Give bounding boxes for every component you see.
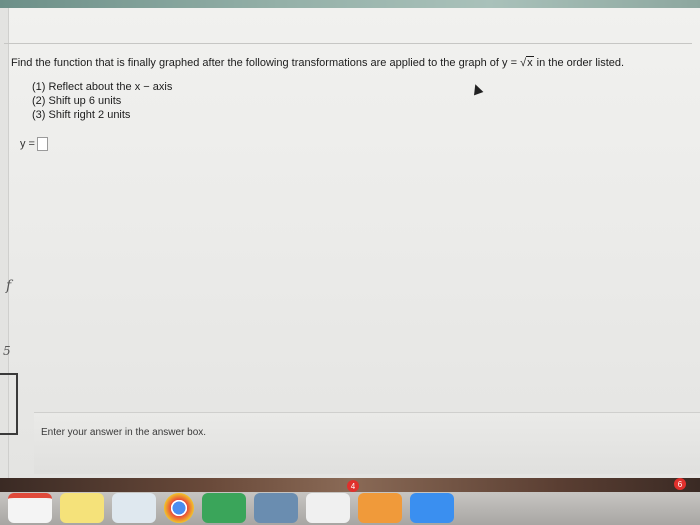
prompt-text-before: Find the function that is finally graphe… xyxy=(11,57,521,69)
dock-badge-1: 4 xyxy=(347,480,359,492)
handwritten-mark-f: f xyxy=(6,278,12,294)
handwritten-mark-5: 5 xyxy=(3,344,11,358)
radicand: x xyxy=(526,56,534,69)
dock xyxy=(0,492,700,525)
preview-icon[interactable] xyxy=(112,493,156,523)
question-panel xyxy=(8,8,700,478)
question-prompt: Find the function that is finally graphe… xyxy=(11,56,691,69)
transformation-step-2: (2) Shift up 6 units xyxy=(32,95,122,107)
music-icon[interactable] xyxy=(306,493,350,523)
answer-label: y = xyxy=(20,138,35,150)
footer-instruction: Enter your answer in the answer box. xyxy=(41,427,207,438)
instruction-footer: Enter your answer in the answer box. xyxy=(34,412,700,474)
facetime-icon[interactable] xyxy=(202,493,246,523)
books-icon[interactable] xyxy=(358,493,402,523)
browser-top-strip xyxy=(0,0,700,8)
screen: Find the function that is finally graphe… xyxy=(0,0,700,525)
transformation-step-3: (3) Shift right 2 units xyxy=(32,109,131,121)
handwritten-bracket xyxy=(0,373,18,435)
photo-icon[interactable] xyxy=(254,493,298,523)
notes-icon[interactable] xyxy=(60,493,104,523)
transformation-step-1: (1) Reflect about the x − axis xyxy=(32,81,173,93)
calendar-icon[interactable] xyxy=(8,493,52,523)
question-divider xyxy=(4,43,692,44)
chrome-icon[interactable] xyxy=(164,493,194,523)
prompt-text-after: in the order listed. xyxy=(533,57,625,69)
sqrt-expression: √x xyxy=(520,56,534,69)
dock-badge-2: 6 xyxy=(674,478,686,490)
answer-input[interactable] xyxy=(36,137,48,151)
transformation-list: (1) Reflect about the x − axis (2) Shift… xyxy=(32,80,172,122)
app-store-icon[interactable] xyxy=(410,493,454,523)
answer-row: y = xyxy=(20,137,48,151)
